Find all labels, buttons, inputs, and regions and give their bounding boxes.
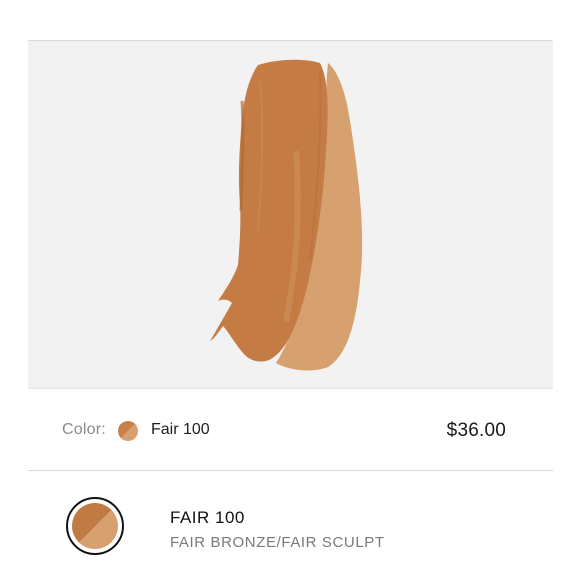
price: $36.00: [446, 420, 506, 441]
color-label: Color:: [62, 421, 106, 438]
image-bottom-divider: [28, 388, 553, 389]
color-price-row: Color: Fair 100 $36.00: [28, 412, 553, 450]
product-swatch-image: [28, 41, 553, 388]
shade-option[interactable]: FAIR 100 FAIR BRONZE/FAIR SCULPT: [28, 490, 553, 570]
shade-subtitle: FAIR BRONZE/FAIR SCULPT: [170, 534, 385, 551]
selected-color-swatch-icon: [118, 421, 138, 441]
product-detail: Color: Fair 100 $36.00 FAIR 100 FAIR BRO…: [0, 0, 580, 580]
shade-name: FAIR 100: [170, 508, 245, 527]
middle-divider: [28, 470, 553, 471]
shade-swatch-icon: [72, 503, 118, 549]
shade-swatch-button[interactable]: [66, 497, 124, 555]
streak-left: [239, 100, 245, 212]
foundation-smear-graphic: [210, 59, 363, 371]
selected-color-name: Fair 100: [151, 421, 210, 438]
